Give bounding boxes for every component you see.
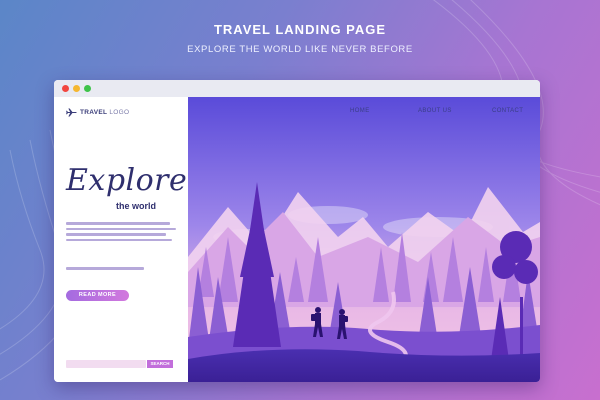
- window-titlebar: [54, 80, 540, 97]
- forest-landscape-illustration: [188, 97, 540, 382]
- nav-contact[interactable]: CONTACT: [492, 108, 523, 114]
- minimize-window-button[interactable]: [73, 85, 80, 92]
- search-button[interactable]: SEARCH: [147, 360, 173, 368]
- placeholder-line: [66, 267, 144, 270]
- logo-text: TRAVEL LOGO: [80, 109, 129, 116]
- maximize-window-button[interactable]: [84, 85, 91, 92]
- logo-text-light: LOGO: [109, 109, 130, 116]
- page-heading: TRAVEL LANDING PAGE: [213, 22, 387, 37]
- logo-text-main: TRAVEL: [80, 109, 108, 116]
- nav-home[interactable]: HOME: [350, 108, 370, 114]
- page-subheading: EXPLORE THE WORLD LIKE NEVER BEFORE: [187, 44, 413, 55]
- close-window-button[interactable]: [62, 85, 69, 92]
- read-more-button[interactable]: READ MORE: [66, 290, 129, 301]
- nav-about-us[interactable]: ABOUT US: [418, 108, 452, 114]
- search-input[interactable]: [66, 360, 146, 368]
- logo[interactable]: TRAVEL LOGO: [66, 108, 129, 117]
- hero-tagline: the world: [116, 201, 156, 211]
- browser-window: TRAVEL LOGO Explore the world READ MORE …: [54, 80, 540, 382]
- hero-illustration: HOME ABOUT US CONTACT: [188, 97, 540, 382]
- sidebar-panel: TRAVEL LOGO Explore the world READ MORE …: [54, 97, 188, 382]
- hero-headline: Explore: [66, 163, 188, 198]
- placeholder-paragraph: [66, 222, 176, 244]
- airplane-icon: [66, 108, 77, 117]
